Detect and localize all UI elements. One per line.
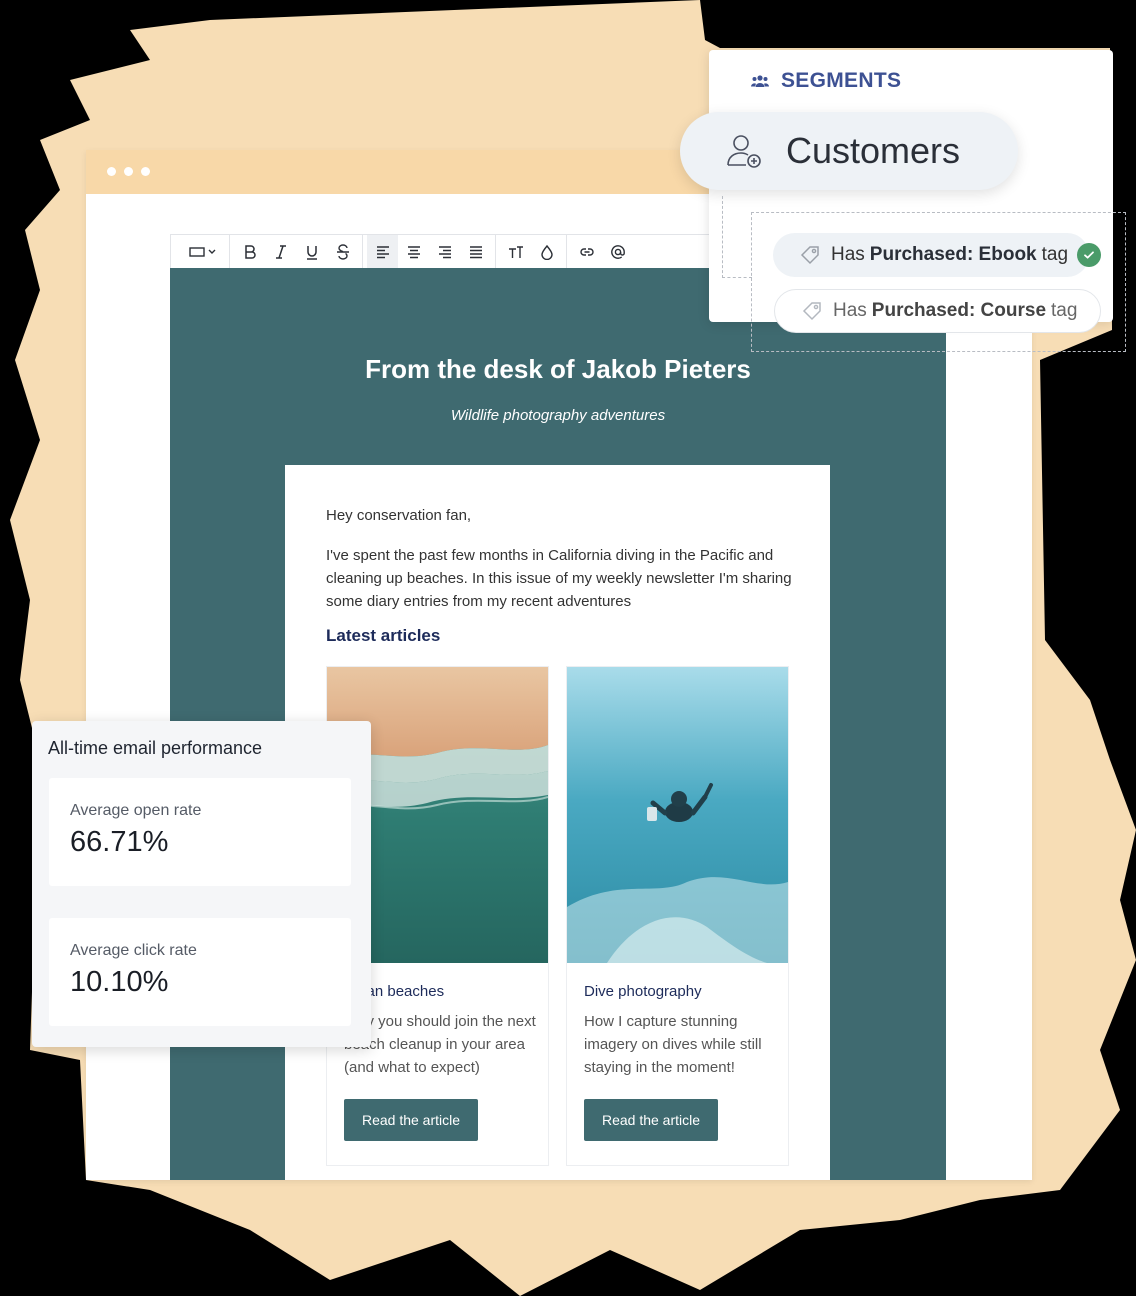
- read-article-button[interactable]: Read the article: [344, 1099, 478, 1141]
- block-type-icon: [189, 246, 216, 257]
- underwater-diver-image: [567, 667, 788, 963]
- bold-button[interactable]: [234, 235, 265, 269]
- text-color-button[interactable]: [531, 235, 562, 269]
- performance-title: All-time email performance: [48, 738, 263, 758]
- article-summary[interactable]: Why you should join the next beach clean…: [344, 1010, 539, 1079]
- connector-line: [722, 277, 752, 278]
- strikethrough-button[interactable]: [327, 235, 358, 269]
- tag-icon: [802, 302, 821, 321]
- tag-condition-ebook[interactable]: Has Purchased: Ebook tag: [773, 233, 1089, 277]
- email-greeting[interactable]: Hey conservation fan,: [326, 507, 471, 524]
- tag-prefix: Has: [833, 300, 867, 321]
- segment-customers-pill[interactable]: Customers: [680, 112, 1018, 190]
- connector-line: [722, 196, 723, 278]
- section-heading[interactable]: Latest articles: [326, 626, 440, 646]
- align-left-icon: [376, 245, 389, 258]
- strikethrough-icon: [336, 243, 349, 260]
- stat-label: Average open rate: [70, 802, 202, 819]
- align-left-button[interactable]: [367, 234, 398, 269]
- underline-icon: [306, 245, 317, 260]
- article-title[interactable]: Dive photography: [584, 983, 702, 1000]
- window-dot-icon: [141, 167, 150, 176]
- tag-suffix: tag: [1051, 300, 1078, 321]
- open-rate-stat: Average open rate 66.71%: [49, 778, 351, 886]
- tag-prefix: Has: [831, 244, 865, 265]
- window-dot-icon: [124, 167, 133, 176]
- window-dot-icon: [107, 167, 116, 176]
- tag-suffix: tag: [1041, 244, 1069, 265]
- justify-icon: [469, 245, 482, 258]
- justify-button[interactable]: [460, 235, 491, 269]
- email-intro-paragraph[interactable]: I've spent the past few months in Califo…: [326, 544, 796, 613]
- email-subtitle[interactable]: Wildlife photography adventures: [170, 407, 946, 424]
- checkmark-icon: [1077, 243, 1101, 267]
- article-card: Dive photography How I capture stunning …: [566, 666, 789, 1166]
- stat-label: Average click rate: [70, 942, 197, 959]
- email-title[interactable]: From the desk of Jakob Pieters: [170, 354, 946, 385]
- article-summary[interactable]: How I capture stunning imagery on dives …: [584, 1010, 779, 1079]
- users-group-icon: [751, 75, 769, 87]
- tag-condition-course[interactable]: Has Purchased: Course tag: [774, 289, 1101, 333]
- text-size-button[interactable]: [500, 235, 531, 269]
- italic-button[interactable]: [265, 235, 296, 269]
- mention-button[interactable]: [602, 235, 633, 269]
- text-size-icon: [508, 245, 523, 258]
- read-article-button[interactable]: Read the article: [584, 1099, 718, 1141]
- align-center-button[interactable]: [398, 235, 429, 269]
- segments-heading-label: SEGMENTS: [781, 69, 902, 92]
- bold-icon: [244, 244, 256, 259]
- align-right-button[interactable]: [429, 235, 460, 269]
- segment-name: Customers: [786, 130, 961, 171]
- underline-button[interactable]: [296, 235, 327, 269]
- droplet-icon: [540, 244, 553, 260]
- tag-name: Purchased: Ebook: [869, 244, 1037, 265]
- click-rate-stat: Average click rate 10.10%: [49, 918, 351, 1026]
- align-center-icon: [407, 245, 420, 258]
- add-user-icon: [727, 135, 761, 168]
- email-performance-card: All-time email performance Average open …: [32, 721, 371, 1047]
- stat-value: 66.71%: [70, 826, 169, 858]
- italic-icon: [275, 244, 286, 259]
- block-type-dropdown[interactable]: [181, 235, 225, 269]
- link-icon: [579, 247, 594, 256]
- link-button[interactable]: [571, 235, 602, 269]
- segments-heading: SEGMENTS: [751, 69, 901, 93]
- at-sign-icon: [610, 244, 625, 259]
- stat-value: 10.10%: [70, 966, 169, 998]
- align-right-icon: [438, 245, 451, 258]
- tag-name: Purchased: Course: [871, 300, 1047, 321]
- tag-icon: [800, 246, 819, 265]
